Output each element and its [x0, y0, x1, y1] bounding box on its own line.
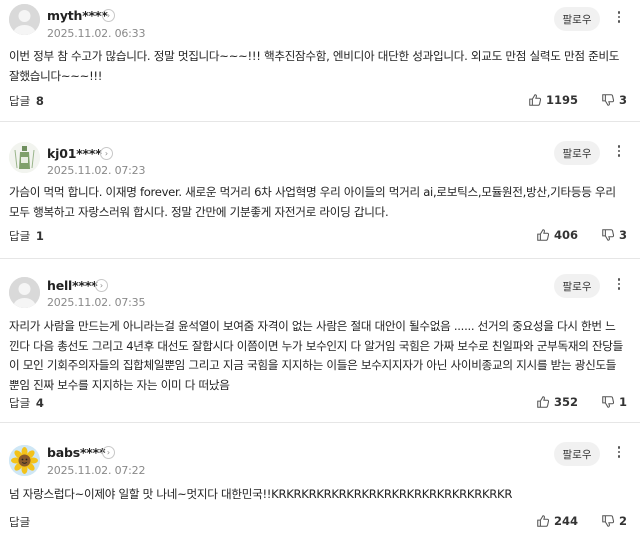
more-options-icon[interactable]: [612, 9, 626, 27]
comment-date: 2025.11.02. 07:35: [47, 296, 146, 309]
comment-username[interactable]: hell****: [47, 278, 98, 293]
bottle-avatar[interactable]: [9, 142, 40, 173]
sunflower-avatar[interactable]: [9, 445, 40, 476]
thumbs-down-icon: [602, 229, 615, 241]
chevron-right-icon[interactable]: ›: [102, 446, 115, 459]
reply-button[interactable]: 답글: [9, 514, 32, 530]
comment-username[interactable]: myth****: [47, 8, 108, 23]
sunflower-icon: [9, 445, 40, 476]
comment-item: hell**** › 2025.11.02. 07:35 팔로우 자리가 사람을…: [0, 259, 640, 423]
dislike-button[interactable]: 1: [601, 395, 627, 409]
comment-username[interactable]: kj01****: [47, 146, 102, 161]
comment-item: babs**** › 2025.11.02. 07:22 팔로우 넘 자랑스럽다…: [0, 423, 640, 545]
dislike-count: 2: [618, 514, 627, 528]
reply-count: 1: [35, 229, 44, 243]
dislike-count: 3: [618, 228, 627, 242]
reply-label: 답글: [9, 94, 31, 108]
person-silhouette-icon: [9, 4, 40, 35]
like-button[interactable]: 244: [536, 514, 578, 528]
comment-text: 가슴이 먹먹 합니다. 이재명 forever. 새로운 먹거리 6차 사업혁명…: [9, 185, 616, 219]
dislike-button[interactable]: 3: [601, 93, 627, 107]
comment-username[interactable]: babs****: [47, 445, 106, 460]
reply-button[interactable]: 답글 4: [9, 395, 44, 411]
comment-date: 2025.11.02. 06:33: [47, 27, 146, 40]
chevron-right-icon[interactable]: ›: [95, 279, 108, 292]
comment-date: 2025.11.02. 07:23: [47, 164, 146, 177]
reply-count: 8: [35, 94, 44, 108]
like-count: 1195: [545, 93, 578, 107]
thumbs-down-icon: [602, 396, 615, 408]
comment-text: 이번 정부 참 수고가 많습니다. 정말 멋집니다~~~!!! 핵추진잠수함, …: [9, 49, 620, 83]
follow-button[interactable]: 팔로우: [554, 141, 600, 165]
reply-button[interactable]: 답글 1: [9, 228, 44, 244]
chevron-right-icon[interactable]: ›: [100, 147, 113, 160]
reply-label: 답글: [9, 229, 31, 243]
comment-text: 자리가 사람을 만드는게 아니라는걸 윤석열이 보여줌 자격이 없는 사람은 절…: [9, 319, 624, 392]
like-count: 406: [553, 228, 578, 242]
comment-text: 넘 자랑스럽다~이제야 일할 맛 나네~멋지다 대한민국!!KRKRKRKRKR…: [9, 487, 513, 501]
default-avatar[interactable]: [9, 277, 40, 308]
comment-item: kj01**** › 2025.11.02. 07:23 팔로우 가슴이 먹먹 …: [0, 122, 640, 259]
person-silhouette-icon: [9, 277, 40, 308]
like-button[interactable]: 406: [536, 228, 578, 242]
dislike-count: 3: [618, 93, 627, 107]
thumbs-up-icon: [537, 229, 550, 241]
reply-label: 답글: [9, 396, 31, 410]
bottle-icon: [9, 142, 40, 173]
thumbs-up-icon: [529, 94, 542, 106]
more-options-icon[interactable]: [612, 143, 626, 161]
dislike-count: 1: [618, 395, 627, 409]
like-button[interactable]: 1195: [528, 93, 578, 107]
thumbs-down-icon: [602, 515, 615, 527]
like-count: 352: [553, 395, 578, 409]
thumbs-down-icon: [602, 94, 615, 106]
reply-button[interactable]: 답글 8: [9, 93, 44, 109]
more-options-icon[interactable]: [612, 444, 626, 462]
thumbs-up-icon: [537, 515, 550, 527]
more-options-icon[interactable]: [612, 276, 626, 294]
follow-button[interactable]: 팔로우: [554, 442, 600, 466]
dislike-button[interactable]: 2: [601, 514, 627, 528]
dislike-button[interactable]: 3: [601, 228, 627, 242]
thumbs-up-icon: [537, 396, 550, 408]
reply-count: 4: [35, 396, 44, 410]
follow-button[interactable]: 팔로우: [554, 274, 600, 298]
comment-item: myth**** › 2025.11.02. 06:33 팔로우 이번 정부 참…: [0, 0, 640, 122]
follow-button[interactable]: 팔로우: [554, 7, 600, 31]
default-avatar[interactable]: [9, 4, 40, 35]
like-count: 244: [553, 514, 578, 528]
chevron-right-icon[interactable]: ›: [102, 9, 115, 22]
comment-date: 2025.11.02. 07:22: [47, 464, 146, 477]
reply-label: 답글: [9, 515, 31, 529]
like-button[interactable]: 352: [536, 395, 578, 409]
